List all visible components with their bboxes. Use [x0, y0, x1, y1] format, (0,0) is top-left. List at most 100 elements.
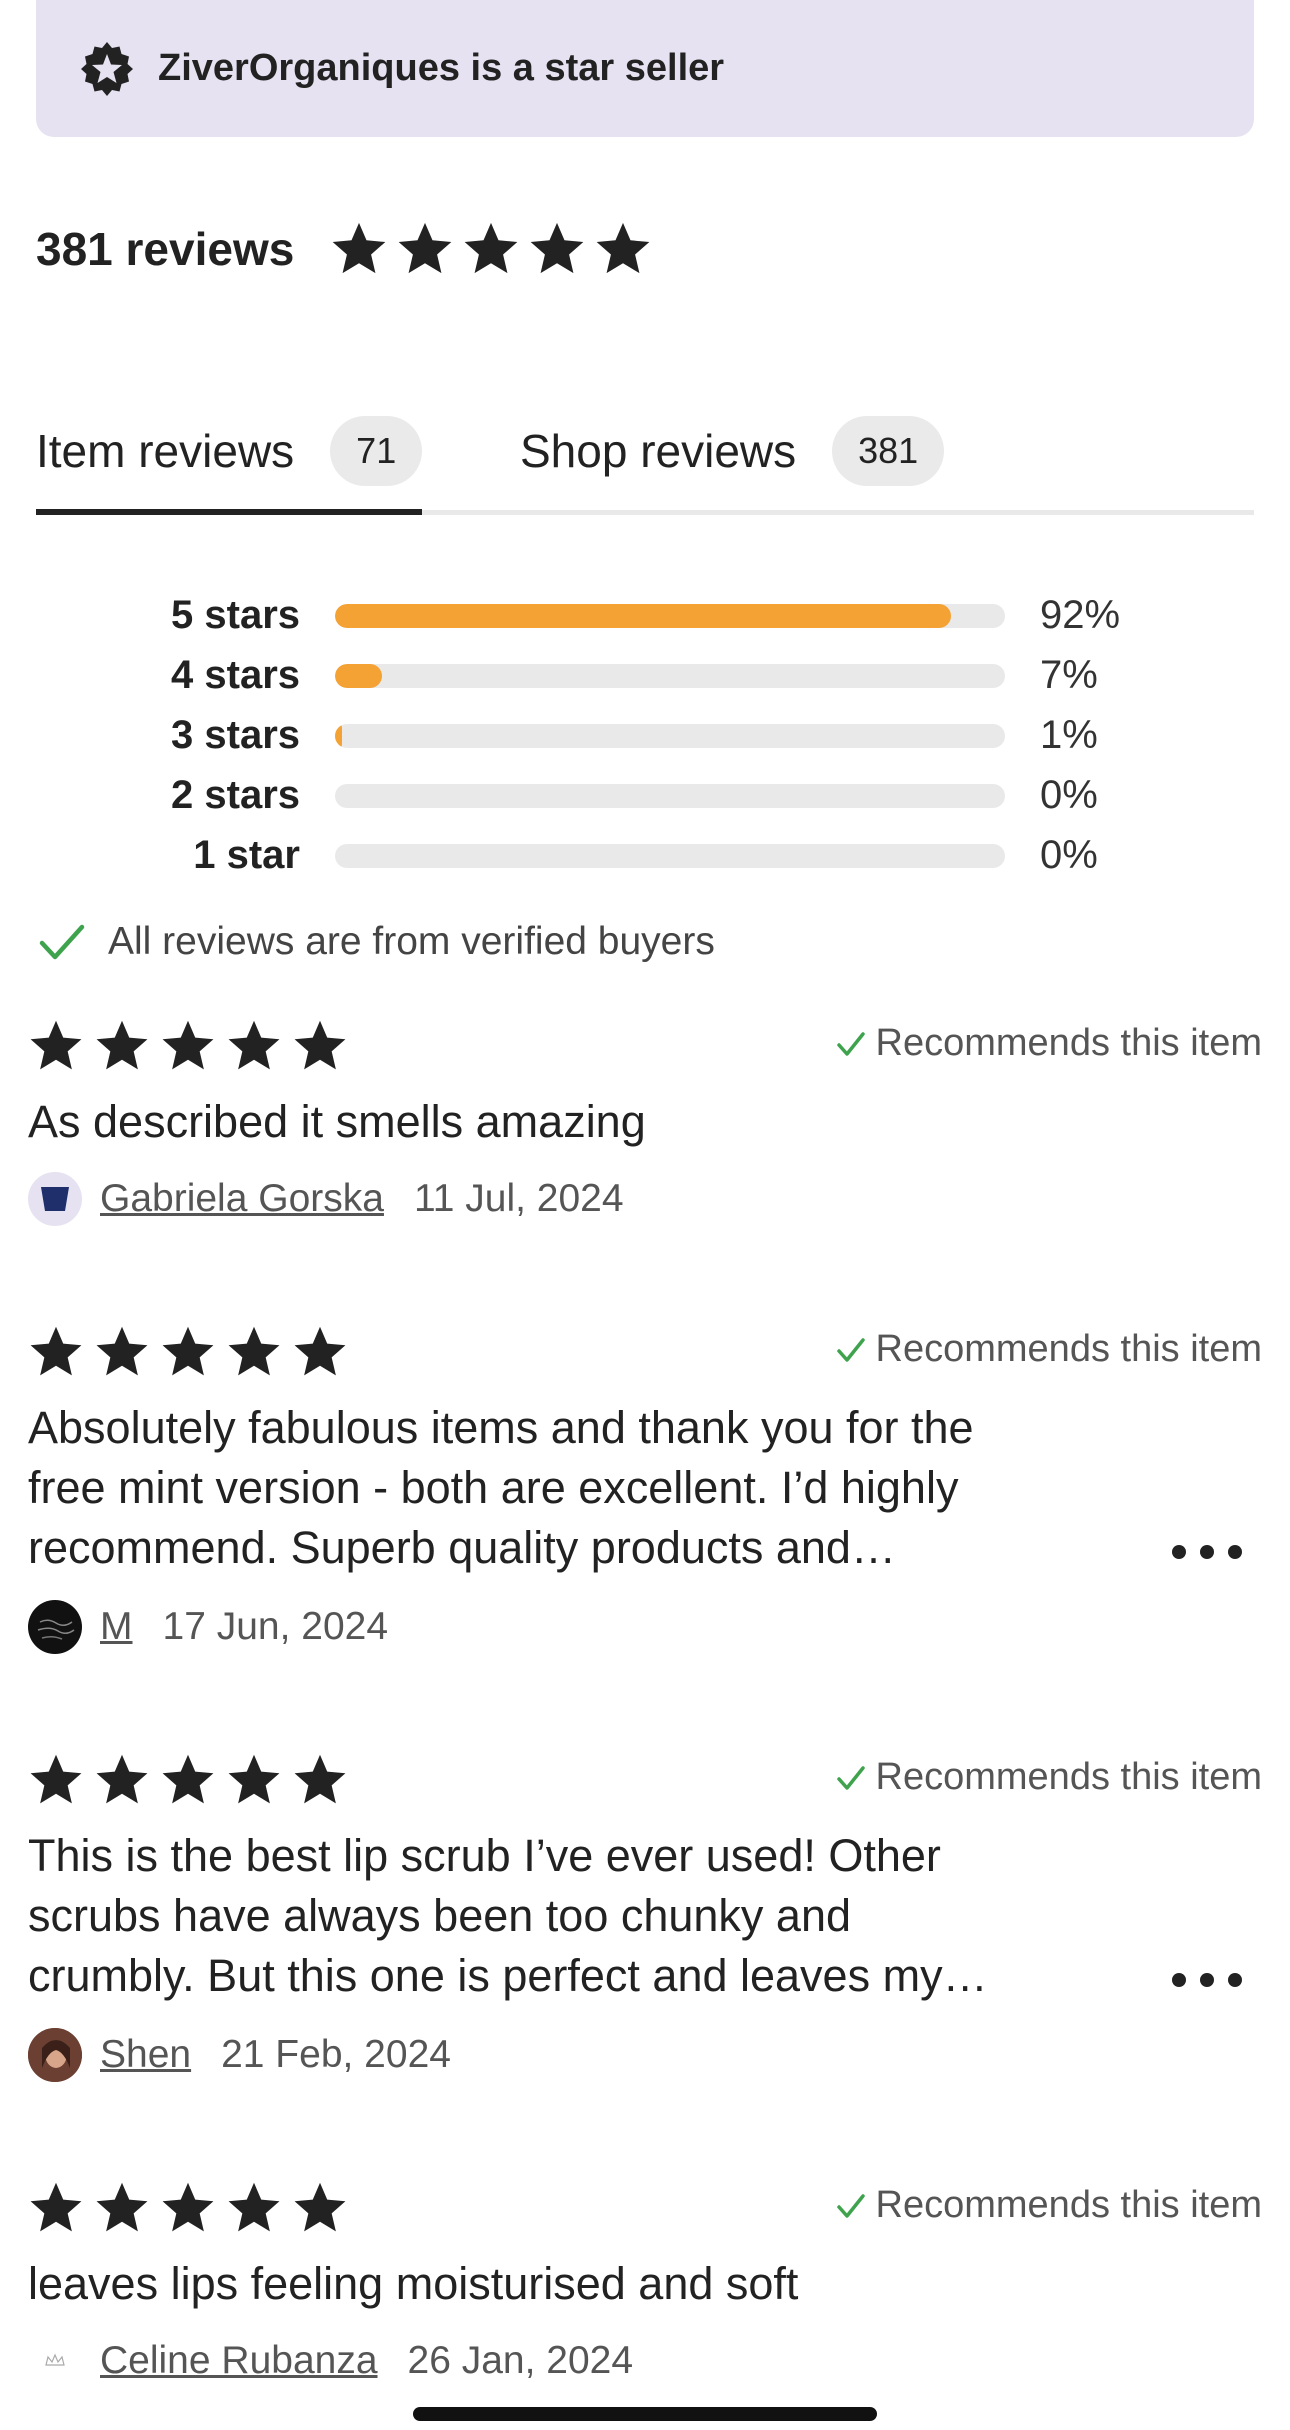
review-meta: M 17 Jun, 2024 [28, 1600, 388, 1654]
tab-shop-reviews[interactable]: Shop reviews 381 [520, 392, 945, 510]
recommends-badge: Recommends this item [836, 1756, 1262, 1799]
review-summary: 381 reviews [36, 220, 652, 278]
check-icon [39, 924, 85, 960]
star-icon [162, 2182, 214, 2232]
star-icon [30, 1020, 82, 1070]
review-rating-stars [28, 1324, 348, 1380]
rating-label: 4 stars [171, 653, 300, 697]
star-icon [96, 1326, 148, 1376]
review-text-line: recommend. Superb quality products and… [28, 1522, 896, 1573]
rating-row-3: 3 stars 1% [0, 705, 1290, 765]
review-meta: Shen 21 Feb, 2024 [28, 2028, 451, 2082]
review-text-line: Absolutely fabulous items and thank you … [28, 1402, 974, 1453]
rating-label: 1 star [193, 833, 300, 877]
person-photo-icon [28, 2028, 82, 2082]
check-icon [836, 1337, 865, 1362]
rating-bar-track [335, 604, 1005, 628]
star-icon [30, 2182, 82, 2232]
recommends-badge: Recommends this item [836, 1328, 1262, 1371]
verified-buyers-note: All reviews are from verified buyers [38, 920, 715, 964]
recommends-text: Recommends this item [875, 2184, 1262, 2226]
rating-bar-track [335, 664, 1005, 688]
crown-icon [45, 2353, 65, 2366]
star-icon [596, 222, 650, 274]
review-date: 26 Jan, 2024 [407, 2339, 634, 2382]
rating-percent: 0% [1040, 773, 1098, 817]
reviewer-name-link[interactable]: Gabriela Gorska [100, 1177, 384, 1221]
reviewer-avatar[interactable] [28, 1172, 82, 1226]
tab-count-badge: 381 [832, 416, 945, 486]
rating-bar-fill [335, 724, 342, 748]
star-icon [162, 1020, 214, 1070]
check-icon [836, 2193, 865, 2218]
reviewer-avatar[interactable] [28, 2028, 82, 2082]
star-icon [96, 1020, 148, 1070]
recommends-badge: Recommends this item [836, 2184, 1262, 2227]
recommends-text: Recommends this item [875, 1328, 1262, 1370]
reviewer-avatar[interactable] [28, 2334, 82, 2388]
review-text-line: free mint version - both are excellent. … [28, 1462, 959, 1513]
star-icon [30, 1326, 82, 1376]
review-tabs: Item reviews 71 Shop reviews 381 [36, 392, 1254, 515]
script-image-icon [37, 1619, 75, 1640]
rating-row-4: 4 stars 7% [0, 645, 1290, 705]
rating-bar-fill [335, 604, 952, 628]
reviewer-name-link[interactable]: Shen [100, 2033, 191, 2077]
more-options-button[interactable] [1172, 1960, 1242, 2000]
rating-bar-fill [335, 664, 382, 688]
review-date: 17 Jun, 2024 [162, 1605, 389, 1648]
review-text: leaves lips feeling moisturised and soft [28, 2254, 1178, 2314]
star-icon [332, 222, 386, 274]
rating-percent: 7% [1040, 653, 1098, 697]
review-text: This is the best lip scrub I’ve ever use… [28, 1826, 1178, 2006]
rating-bar-track [335, 844, 1005, 868]
star-seller-text: ZiverOrganiques is a star seller [158, 47, 725, 89]
star-icon [228, 2182, 280, 2232]
rating-percent: 1% [1040, 713, 1098, 757]
home-indicator[interactable] [413, 2407, 877, 2421]
review-meta: Celine Rubanza 26 Jan, 2024 [28, 2334, 633, 2388]
star-seller-banner: ZiverOrganiques is a star seller [36, 0, 1254, 137]
check-icon [836, 1031, 865, 1056]
rating-row-2: 2 stars 0% [0, 765, 1290, 825]
recommends-badge: Recommends this item [836, 1022, 1262, 1065]
tab-item-reviews[interactable]: Item reviews 71 [36, 392, 423, 515]
star-icon [294, 1326, 346, 1376]
rating-bar-track [335, 724, 1005, 748]
star-icon [294, 1754, 346, 1804]
reviewer-name-link[interactable]: M [100, 1605, 133, 1649]
review-text-line: crumbly. But this one is perfect and lea… [28, 1950, 988, 2001]
rating-label: 3 stars [171, 713, 300, 757]
rating-percent: 0% [1040, 833, 1098, 877]
review-text-line: leaves lips feeling moisturised and soft [28, 2258, 799, 2309]
review-rating-stars [28, 1018, 348, 1074]
cup-icon [41, 1187, 69, 1211]
reviewer-avatar[interactable] [28, 1600, 82, 1654]
star-icon [530, 222, 584, 274]
star-icon [294, 2182, 346, 2232]
review-text-line: As described it smells amazing [28, 1096, 646, 1147]
star-icon [228, 1326, 280, 1376]
tab-count-badge: 71 [330, 416, 423, 486]
review-text-line: This is the best lip scrub I’ve ever use… [28, 1830, 941, 1881]
review-text: Absolutely fabulous items and thank you … [28, 1398, 1178, 1578]
more-options-button[interactable] [1172, 1532, 1242, 1572]
review-date: 21 Feb, 2024 [221, 2033, 451, 2076]
star-icon [228, 1020, 280, 1070]
review-count: 381 reviews [36, 223, 295, 275]
star-icon [464, 222, 518, 274]
tab-label: Shop reviews [520, 425, 797, 477]
tab-label: Item reviews [36, 425, 295, 477]
summary-rating-stars [330, 220, 652, 278]
rating-label: 2 stars [171, 773, 300, 817]
star-icon [294, 1020, 346, 1070]
reviewer-name-link[interactable]: Celine Rubanza [100, 2339, 378, 2383]
rating-row-1: 1 star 0% [0, 825, 1290, 885]
rating-percent: 92% [1040, 593, 1121, 637]
review-rating-stars [28, 1752, 348, 1808]
star-icon [96, 1754, 148, 1804]
star-icon [228, 1754, 280, 1804]
review-date: 11 Jul, 2024 [413, 1177, 624, 1220]
star-badge-icon [81, 41, 133, 96]
star-icon [162, 1326, 214, 1376]
